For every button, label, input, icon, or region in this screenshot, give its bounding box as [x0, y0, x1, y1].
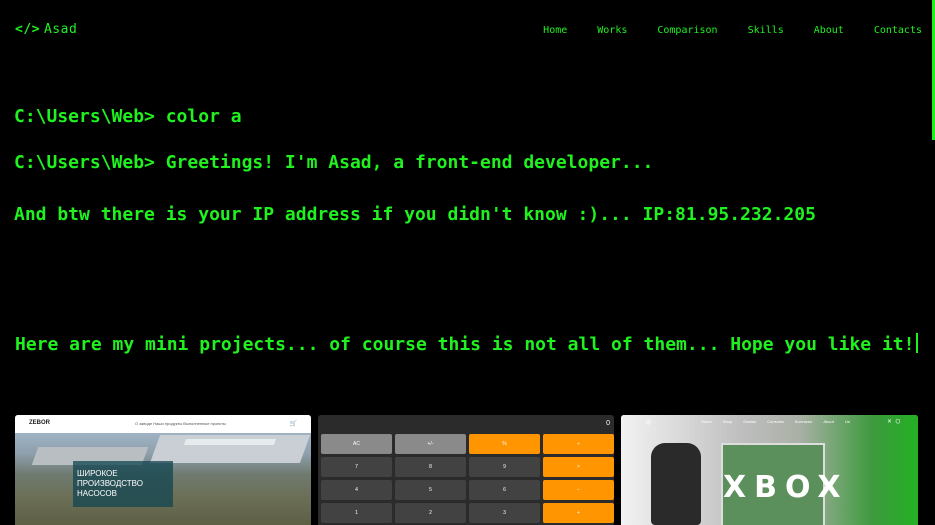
calc-key[interactable]: 2: [395, 503, 466, 523]
calculator-display-value: 0: [606, 420, 610, 427]
calc-key[interactable]: +: [543, 503, 614, 523]
calc-key[interactable]: 5: [395, 480, 466, 500]
terminal-line-ip: And btw there is your IP address if you …: [14, 204, 816, 225]
card-nav-links: О заводе Наши продукты Выполненные проек…: [135, 421, 226, 426]
terminal-line-projects: Here are my mini projects... of course t…: [15, 333, 919, 355]
calc-key[interactable]: AC: [321, 434, 392, 454]
calc-key[interactable]: 8: [395, 457, 466, 477]
calculator-display: 0: [318, 415, 614, 433]
card-header: ◎ Home Shop Games Consoles Контакты Abou…: [621, 415, 918, 429]
calc-key[interactable]: 7: [321, 457, 392, 477]
calc-key[interactable]: 4: [321, 480, 392, 500]
calc-key[interactable]: 6: [469, 480, 540, 500]
cart-icon: 🛒: [289, 420, 297, 427]
nav-link-contacts[interactable]: Contacts: [874, 25, 922, 36]
chair-shape: [651, 443, 701, 525]
nav-link-comparison[interactable]: Comparison: [657, 25, 717, 36]
logo-name: Asad: [43, 22, 78, 37]
roof-shape: [183, 439, 277, 445]
calc-key[interactable]: 1: [321, 503, 392, 523]
calc-key[interactable]: +/-: [395, 434, 466, 454]
project-card-calculator[interactable]: 0 AC +/- % ÷ 7 8 9 × 4 5 6 − 1 2 3 +: [318, 415, 614, 525]
nav-link-about[interactable]: About: [814, 25, 844, 36]
projects-intro-text: Here are my mini projects... of course t…: [15, 334, 915, 355]
calc-key[interactable]: ×: [543, 457, 614, 477]
card-header: ZEBOR О заводе Наши продукты Выполненные…: [15, 415, 311, 434]
calc-key[interactable]: ÷: [543, 434, 614, 454]
card-title: XBOX: [723, 470, 849, 505]
close-icon: ✕ ◯: [887, 417, 900, 425]
nav-link-home[interactable]: Home: [543, 25, 567, 36]
text-cursor: [916, 333, 919, 353]
calc-key[interactable]: 9: [469, 457, 540, 477]
calc-key[interactable]: %: [469, 434, 540, 454]
hero-text: ШИРОКОЕ ПРОИЗВОДСТВО НАСОСОВ: [77, 469, 143, 498]
calc-key[interactable]: 3: [469, 503, 540, 523]
project-card-xbox[interactable]: ◎ Home Shop Games Consoles Контакты Abou…: [621, 415, 918, 525]
top-nav: </> Asad Home Works Comparison Skills Abo…: [0, 0, 935, 60]
xbox-logo-icon: ◎: [646, 417, 651, 426]
project-card-pumps[interactable]: ZEBOR О заводе Наши продукты Выполненные…: [15, 415, 311, 525]
nav-link-works[interactable]: Works: [597, 25, 627, 36]
calc-key[interactable]: −: [543, 480, 614, 500]
terminal-line-command: C:\Users\Web> color a: [14, 106, 242, 127]
project-cards: ZEBOR О заводе Наши продукты Выполненные…: [15, 415, 918, 525]
nav-link-skills[interactable]: Skills: [748, 25, 784, 36]
code-icon: </>: [15, 22, 40, 37]
card-brand: ZEBOR: [29, 420, 50, 426]
card-nav-links: Home Shop Games Consoles Контакты About …: [701, 419, 850, 424]
site-logo[interactable]: </> Asad: [15, 22, 77, 37]
nav-menu: Home Works Comparison Skills About Conta…: [513, 25, 922, 36]
terminal-line-greeting: C:\Users\Web> Greetings! I'm Asad, a fro…: [14, 152, 654, 173]
